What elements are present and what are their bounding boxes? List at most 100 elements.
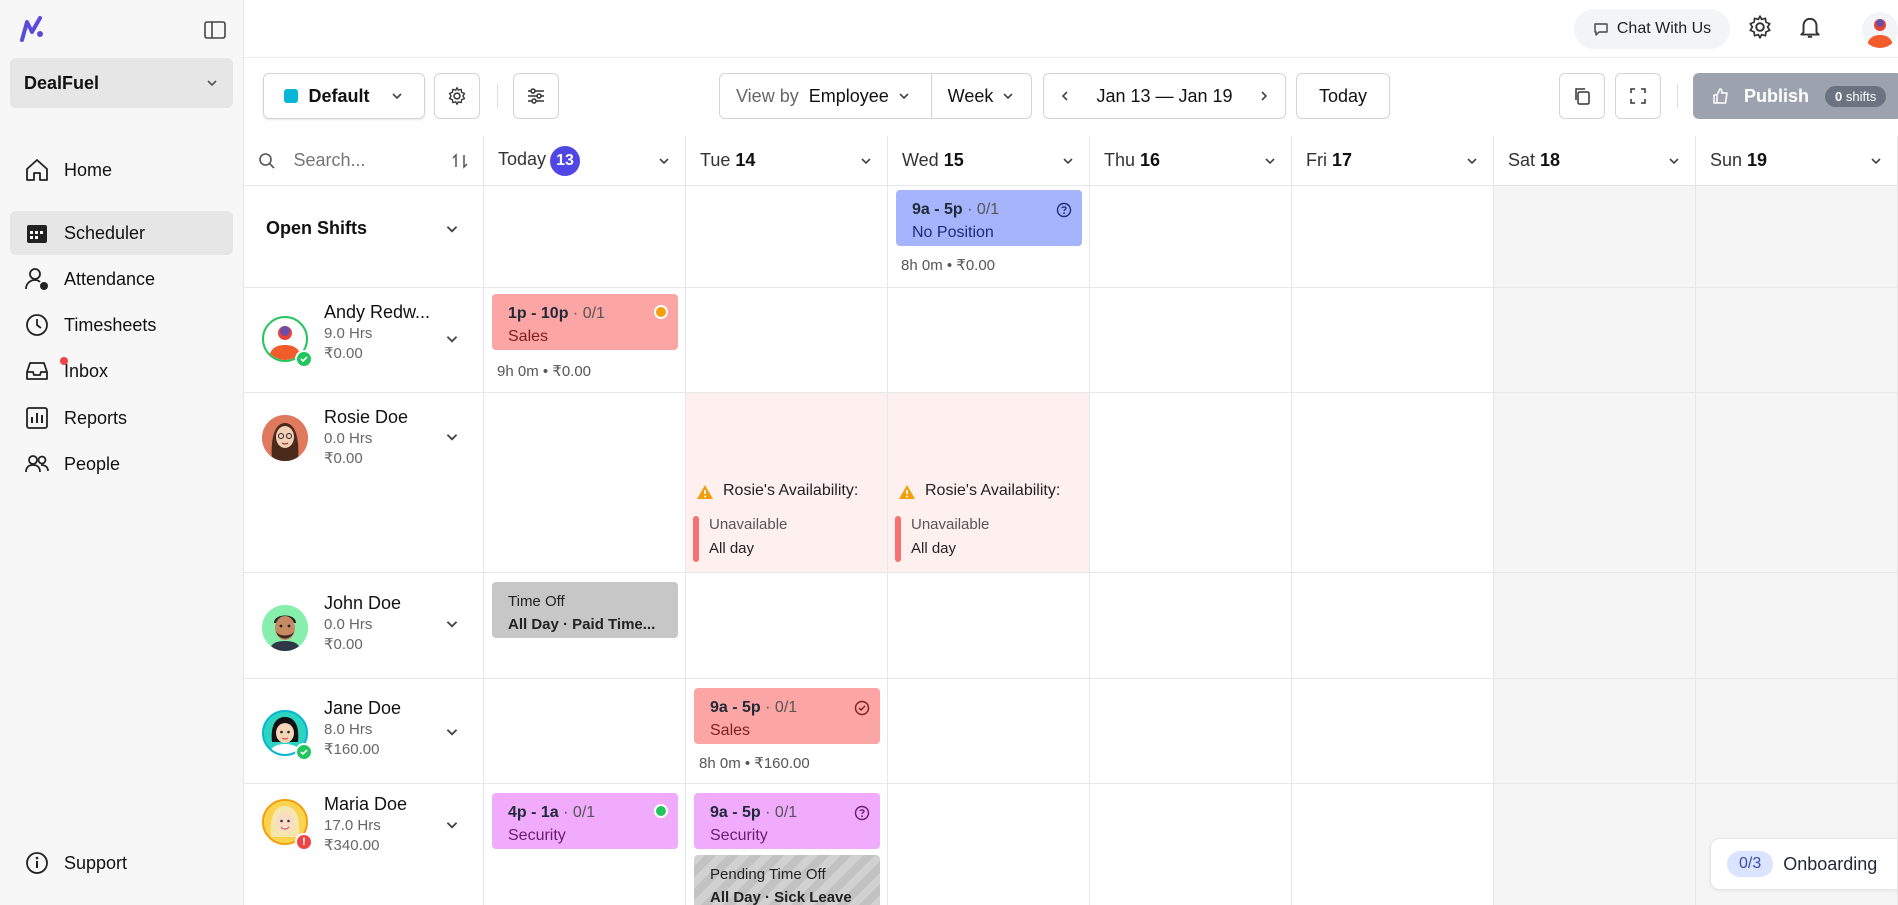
cell-open-17[interactable] — [1292, 186, 1494, 288]
bell-icon[interactable] — [1797, 14, 1823, 40]
cell-open-13[interactable] — [484, 186, 686, 288]
employee-row-maria[interactable]: ! Maria Doe 17.0 Hrs ₹340.00 — [244, 784, 484, 905]
cell-open-18[interactable] — [1494, 186, 1696, 288]
chevron-down-icon[interactable] — [444, 331, 460, 347]
fullscreen-button[interactable] — [1615, 73, 1661, 119]
day-header-14[interactable]: Tue 14 — [686, 136, 888, 186]
chevron-down-icon[interactable] — [444, 724, 460, 740]
view-by-selector[interactable]: View by Employee — [719, 73, 932, 119]
cell-john-18[interactable] — [1494, 573, 1696, 679]
chevron-down-icon[interactable] — [444, 429, 460, 445]
day-header-13[interactable]: Today 13 — [484, 136, 686, 186]
user-avatar[interactable] — [1862, 12, 1898, 48]
gear-icon[interactable] — [1747, 14, 1773, 40]
chevron-down-icon[interactable] — [1465, 154, 1479, 168]
cell-rosie-16[interactable] — [1090, 393, 1292, 573]
cell-john-16[interactable] — [1090, 573, 1292, 679]
cell-maria-16[interactable] — [1090, 784, 1292, 905]
onboarding-widget[interactable]: 0/3 Onboarding — [1710, 838, 1898, 890]
chat-with-us-button[interactable]: Chat With Us — [1574, 9, 1730, 49]
sidebar-item-people[interactable]: People — [10, 442, 233, 486]
company-selector[interactable]: DealFuel — [10, 58, 233, 108]
cell-john-14[interactable] — [686, 573, 888, 679]
employee-row-andy[interactable]: Andy Redw... 9.0 Hrs ₹0.00 — [244, 288, 484, 393]
employee-row-jane[interactable]: Jane Doe 8.0 Hrs ₹160.00 — [244, 679, 484, 784]
cell-john-15[interactable] — [888, 573, 1090, 679]
cell-rosie-19[interactable] — [1696, 393, 1898, 573]
cell-jane-17[interactable] — [1292, 679, 1494, 784]
cell-open-14[interactable] — [686, 186, 888, 288]
cell-rosie-13[interactable] — [484, 393, 686, 573]
schedule-color-swatch — [284, 89, 299, 103]
app-logo-icon[interactable] — [16, 14, 48, 46]
open-shift-card[interactable]: 9a - 5p · 0/1 No Position — [896, 190, 1082, 246]
day-header-17[interactable]: Fri 17 — [1292, 136, 1494, 186]
sidebar-item-home[interactable]: Home — [10, 148, 233, 192]
shift-card-maria-14[interactable]: 9a - 5p · 0/1 Security — [694, 793, 880, 849]
cell-open-16[interactable] — [1090, 186, 1292, 288]
shift-card-jane-14[interactable]: 9a - 5p · 0/1 Sales — [694, 688, 880, 744]
chevron-down-icon[interactable] — [1263, 154, 1277, 168]
cell-andy-14[interactable] — [686, 288, 888, 393]
chevron-down-icon[interactable] — [859, 154, 873, 168]
cell-open-19[interactable] — [1696, 186, 1898, 288]
chevron-down-icon[interactable] — [657, 154, 671, 168]
cell-jane-16[interactable] — [1090, 679, 1292, 784]
cell-andy-15[interactable] — [888, 288, 1090, 393]
day-header-19[interactable]: Sun 19 — [1696, 136, 1898, 186]
chevron-down-icon[interactable] — [1869, 154, 1883, 168]
sidebar-item-reports[interactable]: Reports — [10, 396, 233, 440]
chevron-down-icon[interactable] — [444, 221, 460, 237]
chevron-down-icon[interactable] — [1667, 154, 1681, 168]
employee-row-rosie[interactable]: Rosie Doe 0.0 Hrs ₹0.00 — [244, 393, 484, 573]
publish-button[interactable]: Publish 0 shifts — [1693, 73, 1898, 119]
cell-john-17[interactable] — [1292, 573, 1494, 679]
pending-time-off-card-maria[interactable]: Pending Time Off All Day · Sick Leave — [694, 855, 880, 905]
day-header-15[interactable]: Wed 15 — [888, 136, 1090, 186]
cell-maria-18[interactable] — [1494, 784, 1696, 905]
sidebar-item-inbox[interactable]: Inbox — [10, 349, 233, 393]
cell-andy-18[interactable] — [1494, 288, 1696, 393]
today-button[interactable]: Today — [1296, 73, 1390, 119]
cell-jane-15[interactable] — [888, 679, 1090, 784]
chevron-down-icon[interactable] — [1061, 154, 1075, 168]
sidebar-item-support[interactable]: Support — [10, 841, 233, 885]
day-header-16[interactable]: Thu 16 — [1090, 136, 1292, 186]
chevron-down-icon[interactable] — [444, 817, 460, 833]
date-range[interactable]: Jan 13 — Jan 19 — [1096, 86, 1232, 107]
filter-button[interactable] — [513, 73, 559, 119]
chevron-left-icon[interactable] — [1058, 89, 1072, 103]
shift-card-maria-13[interactable]: 4p - 1a · 0/1 Security — [492, 793, 678, 849]
cell-andy-16[interactable] — [1090, 288, 1292, 393]
cell-jane-13[interactable] — [484, 679, 686, 784]
cell-jane-19[interactable] — [1696, 679, 1898, 784]
cell-andy-17[interactable] — [1292, 288, 1494, 393]
sidebar-item-scheduler[interactable]: Scheduler — [10, 211, 233, 255]
open-shifts-row[interactable]: Open Shifts — [244, 186, 484, 288]
cell-rosie-17[interactable] — [1292, 393, 1494, 573]
copy-schedule-button[interactable] — [1559, 73, 1605, 119]
chevron-right-icon[interactable] — [1257, 89, 1271, 103]
cell-jane-18[interactable] — [1494, 679, 1696, 784]
cell-rosie-18[interactable] — [1494, 393, 1696, 573]
schedule-settings-button[interactable] — [434, 73, 480, 119]
employee-row-john[interactable]: John Doe 0.0 Hrs ₹0.00 — [244, 573, 484, 679]
employee-hours: 0.0 Hrs — [324, 430, 373, 447]
shift-card-andy-13[interactable]: 1p - 10p · 0/1 Sales — [492, 294, 678, 350]
time-off-card-john[interactable]: Time Off All Day · Paid Time... — [492, 582, 678, 638]
thumbs-up-icon — [1713, 88, 1728, 104]
cell-maria-17[interactable] — [1292, 784, 1494, 905]
cell-andy-19[interactable] — [1696, 288, 1898, 393]
chevron-down-icon[interactable] — [444, 616, 460, 632]
warning-triangle-icon — [697, 485, 713, 499]
day-header-18[interactable]: Sat 18 — [1494, 136, 1696, 186]
cell-maria-15[interactable] — [888, 784, 1090, 905]
sidebar-item-timesheets[interactable]: Timesheets — [10, 303, 233, 347]
sidebar-toggle-icon[interactable] — [204, 20, 226, 40]
range-mode-selector[interactable]: Week — [931, 73, 1032, 119]
search-input[interactable] — [293, 150, 434, 171]
cell-john-19[interactable] — [1696, 573, 1898, 679]
schedule-selector[interactable]: Default — [263, 73, 425, 119]
sort-icon[interactable] — [451, 152, 469, 170]
sidebar-item-attendance[interactable]: Attendance — [10, 257, 233, 301]
